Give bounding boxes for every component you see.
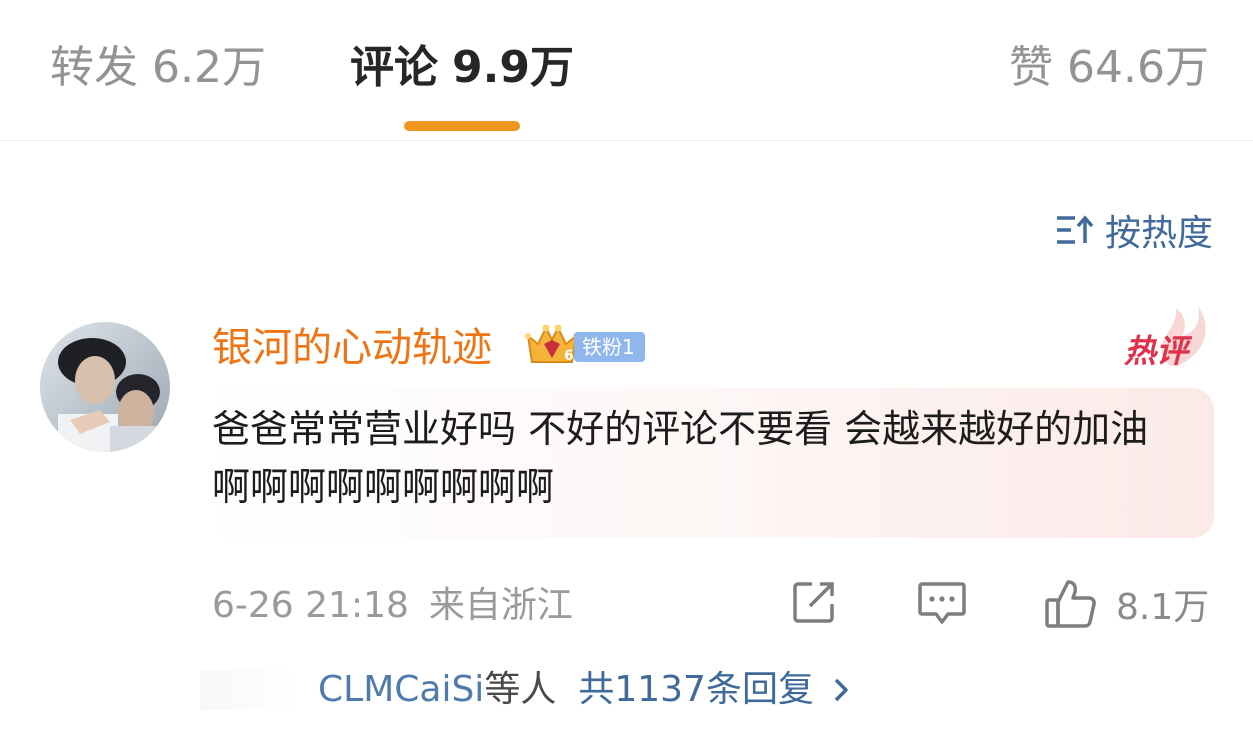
thumbs-up-icon bbox=[1045, 580, 1096, 628]
active-tab-indicator bbox=[404, 121, 520, 131]
hot-comment-label: 热评 bbox=[1124, 332, 1189, 370]
tab-comments-label: 评论 bbox=[350, 42, 438, 93]
comment-date: 6-26 21:18 bbox=[212, 585, 409, 626]
tab-comments-count: 9.9万 bbox=[452, 42, 574, 93]
comment-location: 来自浙江 bbox=[428, 585, 573, 626]
crown-level: 6 bbox=[564, 348, 574, 364]
hot-comment-badge: 热评 bbox=[1118, 306, 1210, 376]
comment-meta: 6-26 21:18 来自浙江 bbox=[212, 582, 573, 630]
crown-badge-icon: 6 bbox=[525, 324, 579, 364]
sort-label: 按热度 bbox=[1104, 213, 1213, 254]
tab-comments[interactable]: 评论 9.9万 bbox=[350, 36, 574, 100]
share-button[interactable] bbox=[790, 578, 838, 630]
tab-bar: 转发 6.2万 评论 9.9万 赞 64.6万 bbox=[0, 0, 1253, 141]
tab-likes[interactable]: 赞 64.6万 bbox=[1009, 36, 1209, 100]
comment-icon bbox=[918, 582, 966, 624]
avatar[interactable] bbox=[40, 322, 170, 452]
sort-button[interactable]: 按热度 bbox=[1055, 206, 1213, 254]
view-replies-link[interactable]: CLMCaiSi 等人 共1137条回复 bbox=[318, 662, 850, 718]
reply-users-suffix: 等人 bbox=[484, 669, 557, 710]
username[interactable]: 银河的心动轨迹 bbox=[212, 320, 492, 376]
fan-badge: 铁粉1 bbox=[574, 332, 645, 362]
tab-likes-label: 赞 bbox=[1009, 42, 1054, 93]
reply-count: 共1137条回复 bbox=[578, 669, 814, 710]
reply-preview-fade bbox=[200, 670, 300, 710]
tab-repost-count: 6.2万 bbox=[152, 42, 266, 93]
chevron-right-icon bbox=[834, 678, 848, 702]
like-button[interactable]: 8.1万 bbox=[1044, 578, 1209, 630]
comment-text: 爸爸常常营业好吗 不好的评论不要看 会越来越好的加油啊啊啊啊啊啊啊啊啊 bbox=[212, 407, 1149, 509]
like-count: 8.1万 bbox=[1116, 587, 1210, 628]
share-icon bbox=[793, 582, 834, 623]
avatar-image bbox=[40, 322, 170, 452]
sort-icon bbox=[1056, 215, 1094, 244]
reply-users: CLMCaiSi bbox=[318, 669, 485, 710]
tab-likes-count: 64.6万 bbox=[1067, 42, 1209, 93]
reply-button[interactable] bbox=[916, 578, 968, 632]
tab-repost-label: 转发 bbox=[50, 42, 138, 93]
tab-repost[interactable]: 转发 6.2万 bbox=[50, 36, 266, 100]
comment-page: 转发 6.2万 评论 9.9万 赞 64.6万 按热度 银河的心动轨迹 6 铁粉… bbox=[0, 0, 1253, 748]
